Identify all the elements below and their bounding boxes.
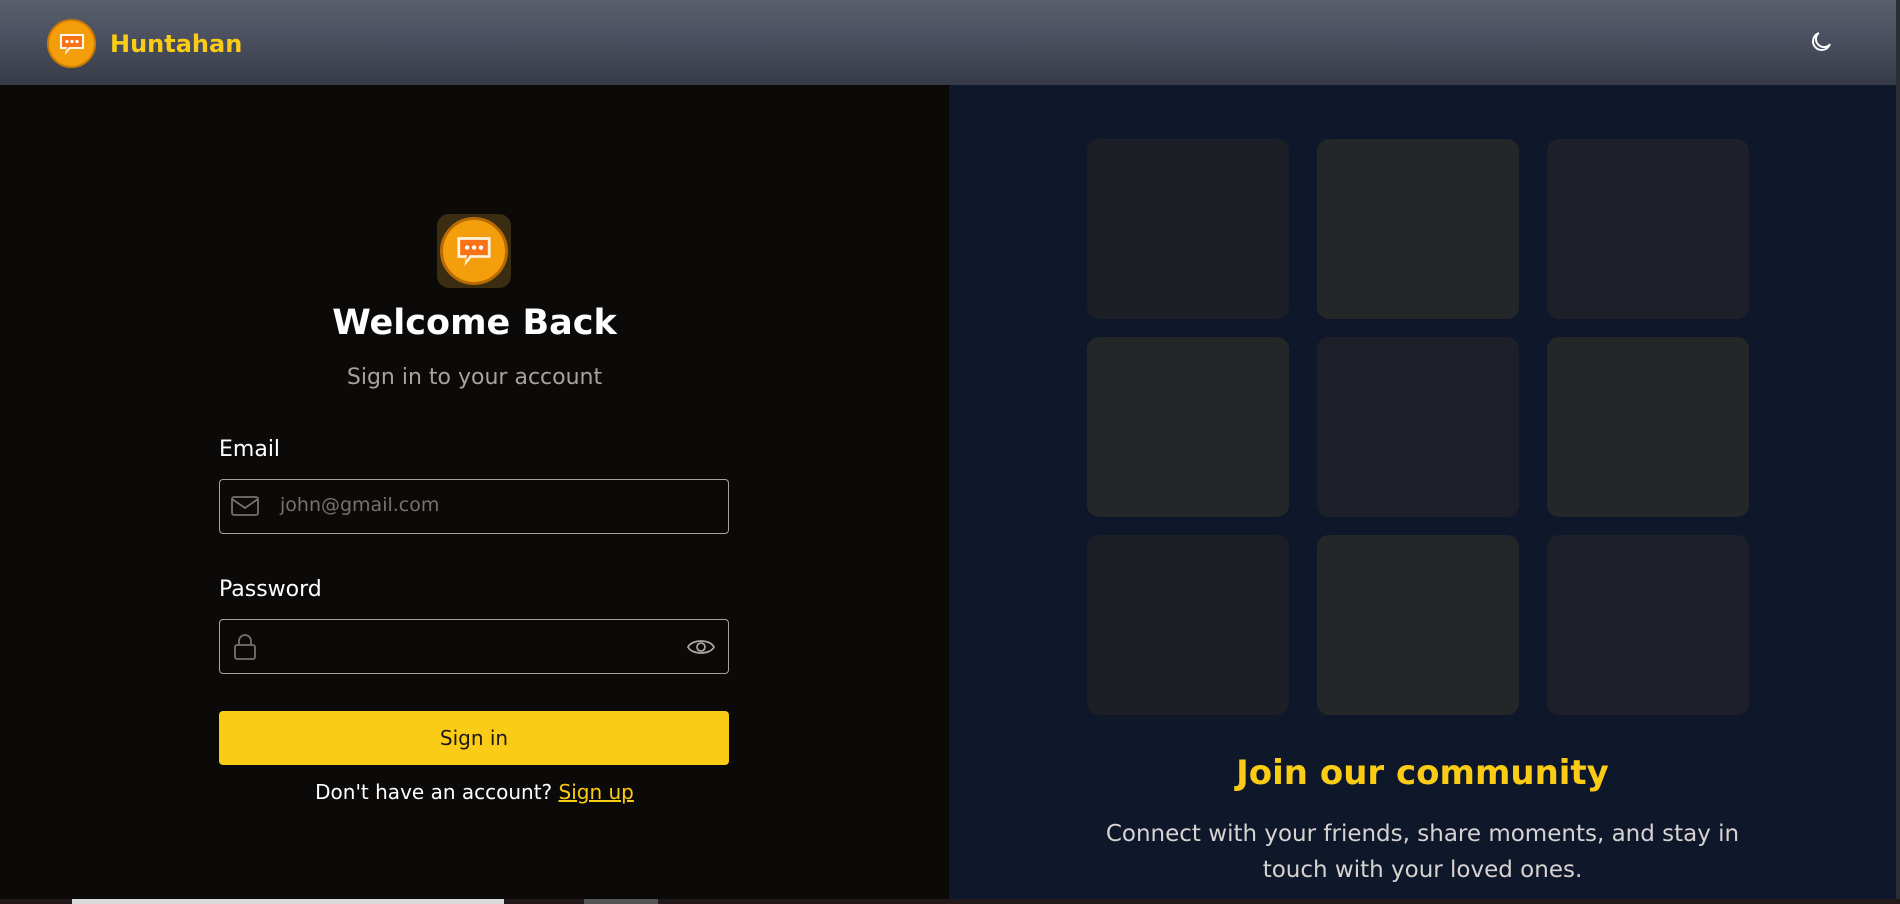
no-account-text: Don't have an account? [315, 780, 553, 804]
community-description: Connect with your friends, share moments… [1105, 821, 1740, 883]
image-tile [1087, 139, 1289, 319]
brand-name: Huntahan [110, 29, 243, 58]
image-tile [1087, 337, 1289, 517]
chat-bubble-icon [440, 217, 508, 285]
image-tile [1547, 139, 1749, 319]
community-title: Join our community [1236, 753, 1609, 793]
taskbar-segment [72, 899, 504, 904]
moon-icon[interactable] [1808, 29, 1834, 55]
image-tile [1087, 535, 1289, 715]
bottom-strip [0, 899, 1900, 904]
sign-up-link[interactable]: Sign up [559, 780, 634, 804]
page-title: Welcome Back [332, 303, 617, 343]
email-label: Email [219, 437, 281, 462]
email-field[interactable]: john@gmail.com [219, 479, 729, 534]
sign-in-button[interactable]: Sign in [219, 711, 729, 765]
image-tile [1317, 139, 1519, 319]
top-navbar: Huntahan [0, 0, 1896, 85]
password-field[interactable] [219, 619, 729, 674]
page: Huntahan Welcome Back Sign in to your ac… [0, 0, 1900, 904]
password-label: Password [219, 577, 322, 602]
image-tile [1317, 535, 1519, 715]
window-edge [1896, 0, 1900, 904]
eye-icon[interactable] [686, 634, 716, 660]
image-tile [1317, 337, 1519, 517]
app-logo [437, 214, 511, 288]
image-tile [1547, 535, 1749, 715]
community-panel: Join our community Connect with your fri… [949, 85, 1896, 899]
chat-bubble-icon [47, 19, 96, 68]
image-tile [1547, 337, 1749, 517]
brand[interactable]: Huntahan [47, 19, 242, 68]
email-placeholder: john@gmail.com [280, 494, 440, 516]
page-subtitle: Sign in to your account [346, 365, 603, 390]
taskbar-segment [584, 899, 658, 904]
mail-icon [230, 493, 260, 521]
signup-prompt: Don't have an account? Sign up [0, 780, 949, 804]
lock-icon [230, 633, 260, 661]
